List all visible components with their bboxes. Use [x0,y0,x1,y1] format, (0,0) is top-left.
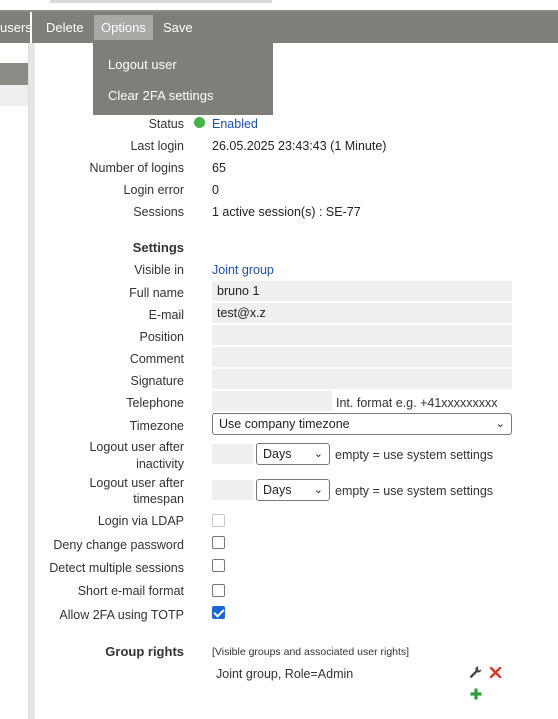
logout-inactivity-unit-value: Days [263,447,292,461]
telephone-hint: Int. format e.g. +41xxxxxxxxx [336,396,498,410]
telephone-field[interactable] [212,391,332,411]
selected-list-row[interactable] [0,63,28,85]
logout-timespan-field[interactable] [212,480,253,500]
signature-field[interactable] [212,369,512,389]
menu-item-logout-user[interactable]: Logout user [108,57,177,72]
last-login-value: 26.05.2025 23:43:43 (1 Minute) [212,139,387,153]
chevron-down-icon: ⌄ [495,418,505,430]
comment-field[interactable] [212,347,512,367]
tab-edge [50,0,272,3]
toolbar: users Delete Options Save [0,12,558,43]
short-email-label: Short e-mail format [77,584,184,598]
comment-label: Comment [129,352,184,366]
logout-inactivity-field[interactable] [212,444,253,464]
status-label: Status [148,117,184,131]
signature-label: Signature [130,374,184,388]
number-of-logins-value: 65 [212,161,226,175]
login-error-label: Login error [123,183,184,197]
left-list-pane [0,43,29,719]
position-field[interactable] [212,325,512,345]
login-ldap-checkbox[interactable] [212,514,225,527]
email-field[interactable] [212,303,512,323]
status-value[interactable]: Enabled [212,117,258,131]
visible-in-label: Visible in [134,263,184,277]
email-label: E-mail [148,308,184,322]
allow-2fa-checkbox[interactable] [212,606,225,619]
logout-timespan-unit-select[interactable]: Days ⌄ [256,479,330,501]
pane-separator[interactable] [29,43,35,719]
group-rights-heading: Group rights [105,644,184,659]
close-icon[interactable] [489,666,502,679]
detect-multiple-sessions-checkbox[interactable] [212,559,225,572]
group-rights-item: Joint group, Role=Admin [216,667,354,681]
sessions-value: 1 active session(s) : SE-77 [212,205,361,219]
login-ldap-label: Login via LDAP [97,514,184,528]
logout-inactivity-hint: empty = use system settings [335,448,494,462]
list-row[interactable] [0,85,28,106]
chevron-down-icon: ⌄ [313,448,323,460]
sessions-label: Sessions [133,205,184,219]
visible-in-value[interactable]: Joint group [212,263,274,277]
delete-button[interactable]: Delete [39,15,91,40]
logout-inactivity-label-line2: inactivity [136,457,184,471]
logout-timespan-hint: empty = use system settings [335,484,494,498]
chevron-down-icon: ⌄ [313,484,323,496]
position-label: Position [139,330,184,344]
window-top-strip [0,0,558,12]
logout-timespan-label-line2: timespan [133,492,184,506]
group-rights-note: [Visible groups and associated user righ… [212,646,410,658]
wrench-icon[interactable] [469,665,483,679]
options-dropdown-menu: Logout user Clear 2FA settings [93,43,273,115]
login-error-value: 0 [212,183,219,197]
full-name-field[interactable] [212,281,512,301]
timezone-select[interactable]: Use company timezone ⌄ [212,413,512,435]
deny-change-password-label: Deny change password [53,538,184,552]
logout-inactivity-label-line1: Logout user after [89,440,184,454]
users-tab-fragment[interactable]: users [0,12,32,43]
status-indicator-icon [194,117,205,128]
logout-timespan-label-line1: Logout user after [89,476,184,490]
logout-timespan-unit-value: Days [263,483,292,497]
allow-2fa-label: Allow 2FA using TOTP [59,608,184,622]
logout-inactivity-unit-select[interactable]: Days ⌄ [256,443,330,465]
plus-icon[interactable] [469,687,483,701]
last-login-label: Last login [130,139,184,153]
timezone-selected-value: Use company timezone [219,417,350,431]
telephone-label: Telephone [126,396,184,410]
deny-change-password-checkbox[interactable] [212,536,225,549]
settings-heading: Settings [132,240,184,255]
menu-item-clear-2fa[interactable]: Clear 2FA settings [108,88,214,103]
short-email-checkbox[interactable] [212,584,225,597]
full-name-label: Full name [129,286,184,300]
save-button[interactable]: Save [156,15,200,40]
number-of-logins-label: Number of logins [89,161,185,175]
options-button[interactable]: Options [94,15,153,40]
timezone-label: Timezone [129,419,184,433]
detect-multiple-sessions-label: Detect multiple sessions [49,561,184,575]
